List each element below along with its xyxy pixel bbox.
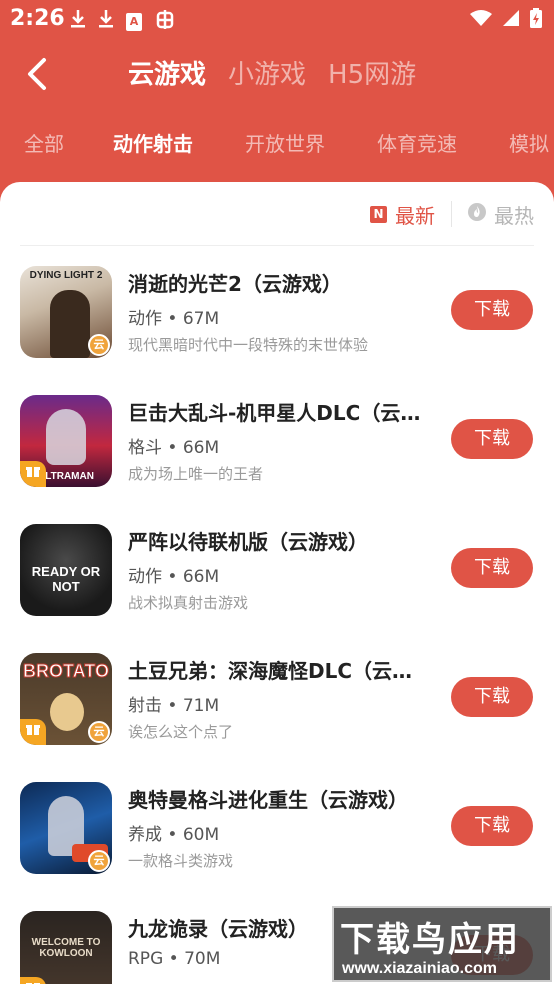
- download-icon: [70, 9, 86, 34]
- status-notification-icons: A: [70, 8, 176, 35]
- tab-mini-games[interactable]: 小游戏: [228, 54, 306, 91]
- download-icon: [98, 9, 114, 34]
- divider: [20, 245, 534, 246]
- cloud-badge: 云: [88, 334, 110, 356]
- game-meta: 射击 • 71M: [128, 696, 220, 716]
- game-meta: 动作 • 67M: [128, 309, 220, 329]
- cloud-badge: 云: [88, 721, 110, 743]
- game-description: 战术拟真射击游戏: [128, 594, 249, 612]
- game-description: 成为场上唯一的王者: [128, 465, 264, 483]
- app-a-icon: A: [126, 12, 142, 31]
- game-icon-brotato: BROTATO 云: [20, 653, 112, 745]
- battery-icon: [530, 8, 542, 32]
- game-icon-ultraman-dlc: ULTRAMAN: [20, 395, 112, 487]
- sort-hottest-button[interactable]: 最热: [468, 200, 534, 229]
- game-icon-ready-or-not: READY OR NOT: [20, 524, 112, 616]
- game-meta: 动作 • 66M: [128, 567, 220, 587]
- game-meta: 格斗 • 66M: [128, 438, 220, 458]
- game-description: 现代黑暗时代中一段特殊的末世体验: [128, 336, 369, 354]
- game-description: 一款格斗类游戏: [128, 852, 234, 870]
- game-title: 严阵以待联机版（云游戏）: [128, 530, 368, 554]
- watermark-url: www.xiazainiao.com: [342, 960, 498, 977]
- wifi-icon: [470, 9, 492, 31]
- content-sheet: N 最新 最热 DYING LIGHT 2 云 消逝的光芒2（云游戏） 动作 •…: [0, 182, 554, 984]
- watermark-title: 下载鸟应用: [340, 920, 520, 960]
- tab-cloud-games[interactable]: 云游戏: [128, 54, 206, 91]
- top-bar: 云游戏 小游戏 H5网游: [0, 40, 554, 106]
- bug-app-icon: [154, 8, 176, 35]
- download-button[interactable]: 下载: [451, 806, 533, 846]
- chevron-left-icon: [28, 58, 46, 90]
- download-button[interactable]: 下载: [451, 677, 533, 717]
- watermark: 下载鸟应用 www.xiazainiao.com: [332, 906, 552, 982]
- cloud-badge: 云: [88, 850, 110, 872]
- download-button[interactable]: 下载: [451, 548, 533, 588]
- game-list-item[interactable]: DYING LIGHT 2 云 消逝的光芒2（云游戏） 动作 • 67M 现代黑…: [0, 266, 554, 376]
- download-button[interactable]: 下载: [451, 290, 533, 330]
- game-icon-dying-light-2: DYING LIGHT 2 云: [20, 266, 112, 358]
- game-title: 奥特曼格斗进化重生（云游戏）: [128, 788, 408, 812]
- status-system-icons: [470, 8, 542, 32]
- game-title: 巨击大乱斗-机甲星人DLC（云游戏）: [128, 401, 432, 425]
- game-meta: RPG • 70M: [128, 949, 221, 969]
- sort-bar: N 最新 最热: [370, 198, 534, 230]
- sort-divider: [451, 201, 452, 227]
- cellular-signal-icon: [502, 9, 520, 31]
- game-list-item[interactable]: 云 奥特曼格斗进化重生（云游戏） 养成 • 60M 一款格斗类游戏 下载: [0, 782, 554, 892]
- category-tab-simulation[interactable]: 模拟: [509, 128, 549, 157]
- game-list-item[interactable]: BROTATO 云 土豆兄弟：深海魔怪DLC（云游戏） 射击 • 71M 诶怎么…: [0, 653, 554, 763]
- category-tab-action-shooter[interactable]: 动作射击: [113, 128, 193, 157]
- game-description: 诶怎么这个点了: [128, 723, 234, 741]
- category-tab-sports-racing[interactable]: 体育竞速: [377, 128, 457, 157]
- tab-h5-games[interactable]: H5网游: [328, 54, 416, 91]
- new-icon: N: [370, 205, 387, 223]
- flame-icon: [468, 202, 486, 226]
- sort-newest-button[interactable]: N 最新: [370, 200, 435, 229]
- game-title: 土豆兄弟：深海魔怪DLC（云游戏）: [128, 659, 432, 683]
- main-tabs: 云游戏 小游戏 H5网游: [128, 54, 416, 91]
- game-icon-ultraman-fighting-evolution: 云: [20, 782, 112, 874]
- game-meta: 养成 • 60M: [128, 825, 220, 845]
- sort-newest-label: 最新: [395, 203, 435, 228]
- status-bar: 2:26 A: [0, 0, 554, 38]
- game-icon-kowloon: WELCOME TO KOWLOON: [20, 911, 112, 984]
- download-button[interactable]: 下载: [451, 419, 533, 459]
- sort-hottest-label: 最热: [494, 203, 534, 228]
- category-tab-all[interactable]: 全部: [24, 128, 64, 157]
- game-list-item[interactable]: ULTRAMAN 巨击大乱斗-机甲星人DLC（云游戏） 格斗 • 66M 成为场…: [0, 395, 554, 505]
- status-time: 2:26: [10, 6, 65, 31]
- back-button[interactable]: [20, 54, 60, 94]
- game-title: 消逝的光芒2（云游戏）: [128, 272, 342, 296]
- category-tabs: 全部 动作射击 开放世界 体育竞速 模拟: [0, 128, 554, 168]
- game-list-item[interactable]: READY OR NOT 严阵以待联机版（云游戏） 动作 • 66M 战术拟真射…: [0, 524, 554, 634]
- category-tab-open-world[interactable]: 开放世界: [245, 128, 325, 157]
